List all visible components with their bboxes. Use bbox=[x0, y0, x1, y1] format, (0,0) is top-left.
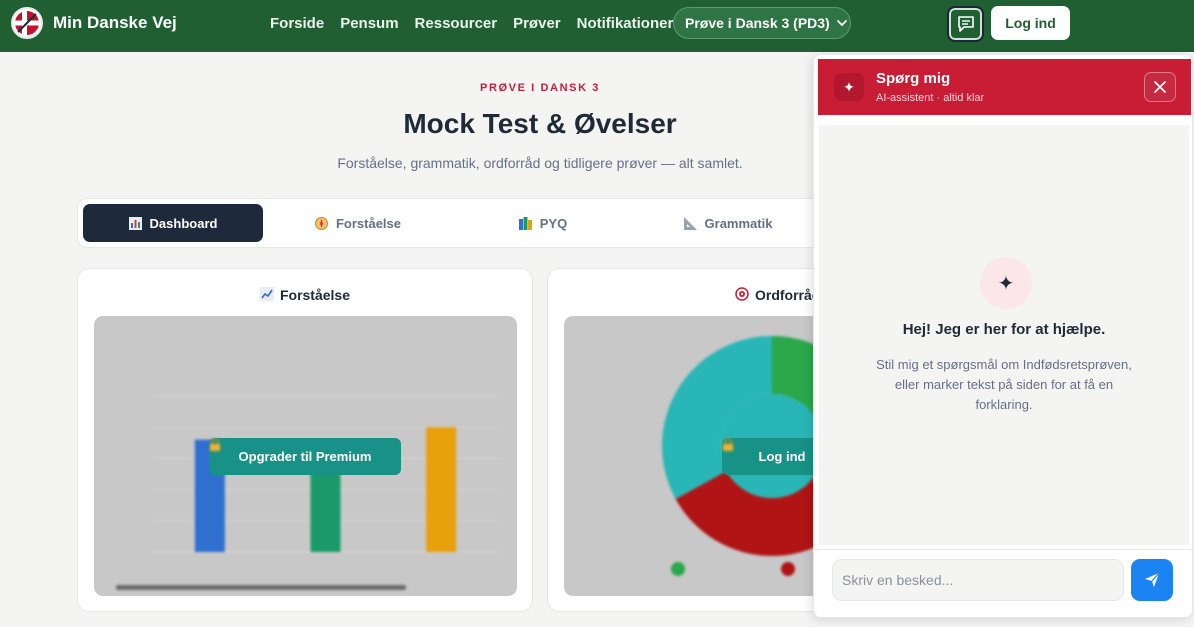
sparkle-icon: ✦ bbox=[834, 73, 864, 101]
brand[interactable]: Min Danske Vej bbox=[11, 7, 177, 39]
comprehension-chart: Opgrader til Premium bbox=[94, 316, 517, 596]
logo-icon bbox=[11, 7, 43, 39]
tab-bar: Dashboard Forståelse PYQ Grammatik bbox=[77, 198, 837, 248]
upgrade-premium-button[interactable]: Opgrader til Premium bbox=[209, 438, 401, 475]
legend-swatch-0 bbox=[671, 562, 685, 576]
chat-panel: ✦ Spørg mig AI-assistent · altid klar ✦ … bbox=[813, 54, 1193, 618]
top-navbar: Min Danske Vej Forside Pensum Ressourcer… bbox=[0, 0, 1194, 52]
bar-chart-icon bbox=[128, 216, 142, 230]
nav-link-forside[interactable]: Forside bbox=[262, 15, 332, 32]
sparkle-icon: ✦ bbox=[980, 257, 1032, 309]
close-icon bbox=[1154, 81, 1166, 93]
tab-label: Grammatik bbox=[704, 215, 773, 231]
card-title: Forståelse bbox=[78, 287, 532, 303]
tab-dashboard[interactable]: Dashboard bbox=[83, 204, 263, 242]
test-select[interactable]: Prøve i Dansk 3 (PD3) bbox=[673, 7, 851, 39]
legend-swatch-1 bbox=[781, 562, 795, 576]
bar-2 bbox=[426, 427, 457, 552]
chat-close-button[interactable] bbox=[1144, 72, 1176, 102]
scrollbar-thumb bbox=[116, 585, 406, 590]
brand-name: Min Danske Vej bbox=[53, 13, 177, 32]
chevron-down-icon bbox=[836, 20, 847, 27]
trend-chart-icon bbox=[259, 287, 274, 301]
tab-forstaaelse[interactable]: Forståelse bbox=[268, 204, 448, 242]
ruler-icon bbox=[683, 216, 697, 230]
comprehension-card: Forståelse Opgrader til Premium bbox=[77, 268, 533, 612]
books-icon bbox=[518, 216, 532, 230]
tab-label: PYQ bbox=[539, 215, 568, 231]
tab-label: Forståelse bbox=[335, 215, 402, 231]
chat-title: Spørg mig bbox=[876, 70, 951, 87]
tab-pyq[interactable]: PYQ bbox=[453, 204, 633, 242]
nav-link-prover[interactable]: Prøver bbox=[505, 15, 569, 32]
chat-header: ✦ Spørg mig AI-assistent · altid klar bbox=[818, 59, 1191, 115]
chat-subtitle: AI-assistent · altid klar bbox=[876, 92, 985, 104]
lock-icon bbox=[723, 438, 733, 451]
nav-link-pensum[interactable]: Pensum bbox=[332, 15, 406, 32]
send-button[interactable] bbox=[1131, 559, 1173, 601]
chat-footer bbox=[814, 549, 1192, 617]
nav-link-notifikationer[interactable]: Notifikationer bbox=[569, 15, 682, 32]
chat-icon bbox=[957, 16, 974, 32]
nav-links: Forside Pensum Ressourcer Prøver Notifik… bbox=[262, 0, 681, 46]
send-icon bbox=[1145, 572, 1160, 587]
test-select-value: Prøve i Dansk 3 (PD3) bbox=[685, 15, 830, 31]
greeting-title: Hej! Jeg er her for at hjælpe. bbox=[902, 321, 1106, 338]
tab-label: Dashboard bbox=[149, 215, 218, 231]
lock-icon bbox=[210, 438, 220, 451]
chat-body: ✦ Hej! Jeg er her for at hjælpe. Stil mi… bbox=[819, 125, 1189, 545]
tab-grammatik[interactable]: Grammatik bbox=[638, 204, 818, 242]
compass-icon bbox=[314, 216, 328, 230]
greeting-text: Stil mig et spørgsmål om Indfødsretsprøv… bbox=[876, 357, 1132, 412]
nav-link-ressourcer[interactable]: Ressourcer bbox=[407, 15, 506, 32]
login-button[interactable]: Log ind bbox=[991, 6, 1070, 40]
chat-message-input[interactable] bbox=[832, 559, 1124, 601]
target-icon bbox=[735, 287, 749, 301]
chat-toggle-button[interactable] bbox=[947, 6, 984, 42]
